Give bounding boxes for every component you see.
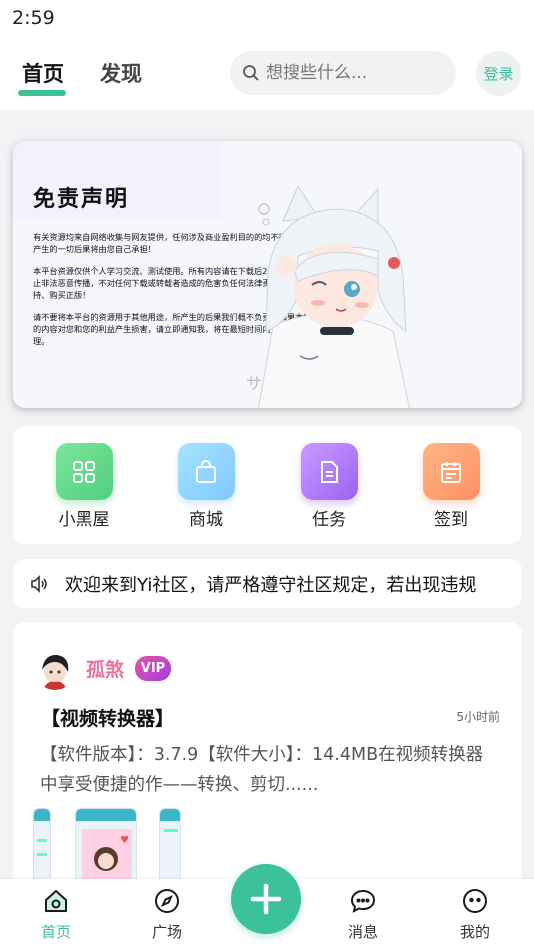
home-icon [45,890,67,912]
calendar-icon [422,443,480,500]
post-title[interactable]: 【视频转换器】 [41,704,174,731]
shortcut-mall[interactable]: 商城 [166,443,246,530]
svg-text:サ: サ [246,374,262,393]
top-header: 首页 发现 登录 [0,40,534,110]
tab-active-indicator [18,90,66,96]
shortcut-label: 小黑屋 [58,510,110,530]
search-icon [243,65,259,81]
svg-text:♥: ♥ [120,835,129,846]
nav-label: 广场 [151,923,182,941]
anime-girl-illustration: サ [246,184,410,408]
nav-label: 消息 [347,923,378,941]
nav-label: 我的 [459,923,490,941]
banner-title: 免责声明 [33,187,130,212]
tab-discover-label: 发现 [100,62,142,86]
notice-bar[interactable]: 欢迎来到Yi社区，请严格遵守社区规定，若出现违规 [13,559,522,608]
shortcut-panel: 小黑屋 商城 任务 签到 [13,426,522,544]
shortcut-blackroom[interactable]: 小黑屋 [44,443,124,530]
status-bar: 2:59 [0,0,534,40]
nav-messages[interactable]: 消息 [333,887,393,942]
chat-icon [350,889,376,913]
plus-icon [250,883,282,915]
nav-home[interactable]: 首页 [26,887,86,942]
tab-home[interactable]: 首页 [18,58,66,96]
shortcut-tasks[interactable]: 任务 [289,443,369,530]
speaker-icon [31,575,47,593]
tab-discover[interactable]: 发现 [100,58,142,88]
status-time: 2:59 [12,7,55,29]
avatar[interactable] [35,650,75,690]
profile-face-icon [463,889,487,913]
shortcut-label: 任务 [312,510,346,530]
disclaimer-banner[interactable]: 免责声明 有关资源均来自网络收集与网友提供，任何涉及商业盈利目的的均不得使用，否… [13,141,522,408]
post-card[interactable]: 孤煞 VIP 【视频转换器】 5小时前 【软件版本】：3.7.9【软件大小】：1… [13,622,522,902]
compass-icon [155,889,179,913]
search-input[interactable] [266,60,446,86]
search-bar[interactable] [230,51,456,95]
vip-badge: VIP [135,656,171,681]
nav-square[interactable]: 广场 [137,887,197,942]
grid-icon [55,443,113,500]
nav-label: 首页 [40,923,71,941]
nav-profile[interactable]: 我的 [445,887,505,942]
shortcut-label: 签到 [434,510,468,530]
shopping-bag-icon [177,443,235,500]
post-time: 5小时前 [456,710,500,724]
tab-home-label: 首页 [22,62,64,86]
post-excerpt: 【软件版本】：3.7.9【软件大小】：14.4MB在视频转换器中享受便捷的作——… [40,745,484,795]
notice-text: 欢迎来到Yi社区，请严格遵守社区规定，若出现违规 [65,575,477,596]
post-username[interactable]: 孤煞 [86,655,124,682]
create-post-button[interactable] [231,864,301,934]
login-button[interactable]: 登录 [476,51,521,96]
document-icon [300,443,358,500]
shortcut-label: 商城 [189,510,223,530]
shortcut-checkin[interactable]: 签到 [411,443,491,530]
